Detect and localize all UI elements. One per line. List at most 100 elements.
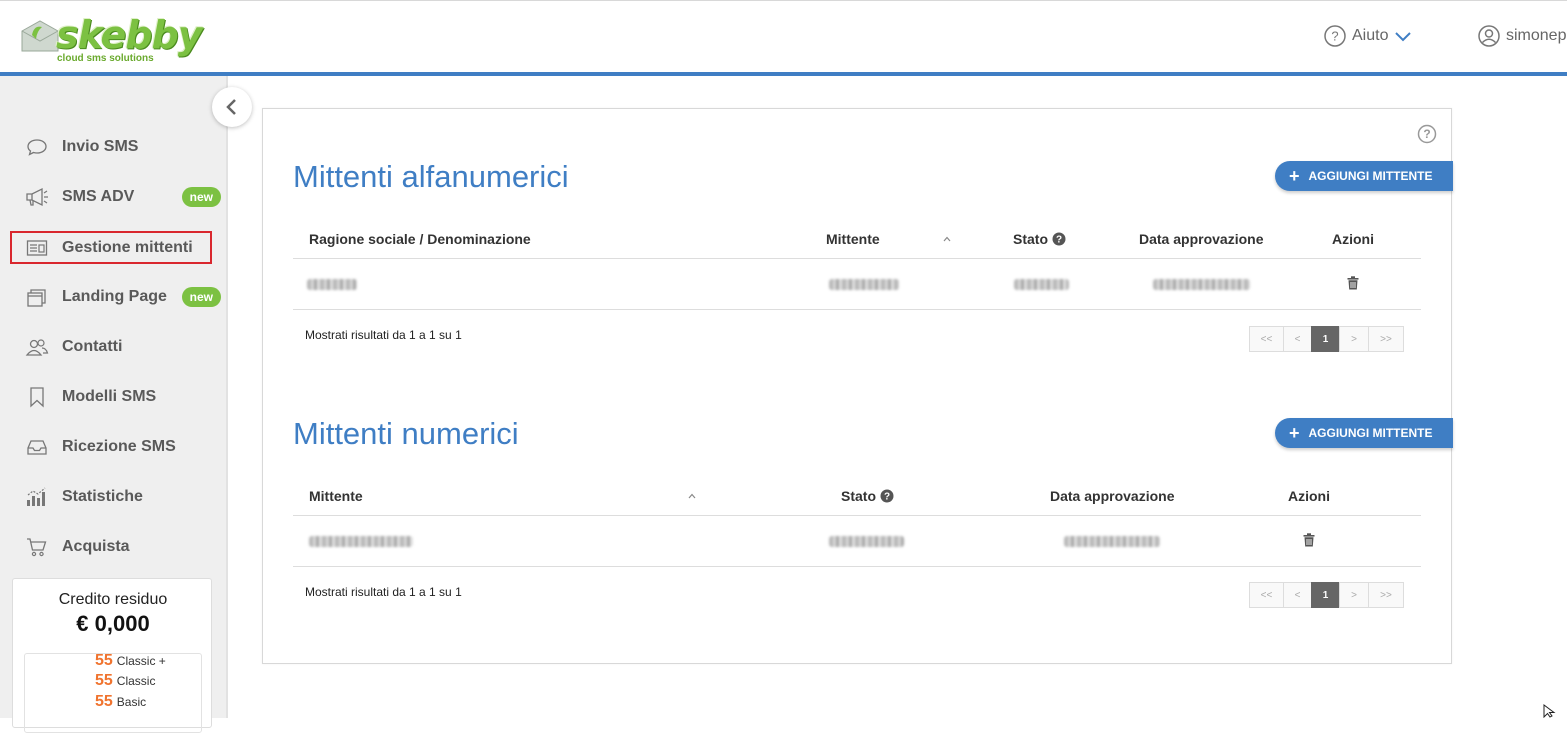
plus-icon: + bbox=[1289, 423, 1300, 443]
svg-text:?: ? bbox=[1423, 127, 1430, 141]
column-header-stato[interactable]: Stato ? bbox=[1013, 231, 1066, 247]
header-accent-bar bbox=[0, 72, 1567, 76]
username-label: simonep bbox=[1506, 27, 1567, 44]
new-badge: new bbox=[181, 187, 221, 207]
sidebar-item-label: Acquista bbox=[62, 538, 130, 555]
question-circle-icon[interactable]: ? bbox=[880, 489, 894, 503]
mouse-cursor-icon bbox=[1543, 704, 1556, 718]
add-button-label: AGGIUNGI MITTENTE bbox=[1308, 169, 1433, 183]
envelope-logo-icon bbox=[21, 20, 59, 52]
sidebar-item-contatti[interactable]: Contatti bbox=[12, 330, 224, 364]
megaphone-icon bbox=[24, 186, 50, 208]
add-alphanumeric-sender-button[interactable]: + AGGIUNGI MITTENTE bbox=[1275, 161, 1453, 191]
credit-title: Credito residuo bbox=[58, 591, 168, 608]
skebby-logo[interactable]: skebby cloud sms solutions bbox=[20, 9, 202, 65]
question-circle-icon[interactable]: ? bbox=[1052, 232, 1066, 246]
sidebar-item-label: Statistiche bbox=[62, 488, 143, 505]
sidebar-item-landing-page[interactable]: Landing Page new bbox=[12, 280, 224, 314]
column-header: Stato bbox=[841, 488, 876, 504]
credit-value: € 0,000 bbox=[76, 611, 150, 636]
sidebar-item-label: Ricezione SMS bbox=[62, 438, 176, 455]
column-header[interactable]: Data approvazione bbox=[1139, 231, 1263, 247]
credit-count: 55 bbox=[95, 652, 113, 669]
table-row bbox=[293, 259, 1421, 310]
section-title-numerici: Mittenti numerici bbox=[293, 416, 519, 451]
redacted-company-name bbox=[307, 279, 357, 290]
credit-row: 55 Basic bbox=[95, 693, 146, 711]
svg-text:?: ? bbox=[1331, 29, 1338, 44]
column-header-stato[interactable]: Stato ? bbox=[841, 488, 894, 504]
sidebar-item-acquista[interactable]: Acquista bbox=[12, 530, 224, 564]
table-header: Ragione sociale / Denominazione Mittente… bbox=[293, 219, 1421, 259]
pager-prev-button[interactable]: < bbox=[1283, 582, 1312, 608]
sidebar-item-label: Contatti bbox=[62, 338, 123, 355]
trash-icon[interactable] bbox=[1303, 533, 1315, 547]
credit-row: 55 Classic bbox=[95, 672, 155, 690]
help-label: Aiuto bbox=[1352, 27, 1389, 44]
plus-icon: + bbox=[1289, 166, 1300, 186]
help-menu[interactable]: ? Aiuto bbox=[1324, 25, 1412, 47]
inbox-icon bbox=[24, 436, 50, 458]
bar-chart-icon bbox=[24, 486, 50, 508]
credit-count: 55 bbox=[95, 693, 113, 710]
sort-caret-up-icon[interactable] bbox=[943, 236, 951, 242]
new-badge: new bbox=[181, 287, 221, 307]
column-header[interactable]: Mittente bbox=[826, 231, 880, 247]
bookmark-icon bbox=[24, 386, 50, 408]
pager-page-button[interactable]: 1 bbox=[1311, 326, 1340, 352]
layers-icon bbox=[24, 286, 50, 308]
user-circle-icon bbox=[1478, 25, 1500, 47]
top-header: skebby cloud sms solutions ? Aiuto simon… bbox=[0, 0, 1567, 72]
pagination: << < 1 > >> bbox=[1249, 326, 1404, 352]
senders-panel: ? Mittenti alfanumerici + AGGIUNGI MITTE… bbox=[262, 108, 1453, 664]
section-title-alfanumerici: Mittenti alfanumerici bbox=[293, 159, 569, 194]
pager-next-button[interactable]: > bbox=[1339, 582, 1369, 608]
column-header[interactable]: Mittente bbox=[309, 488, 363, 504]
column-header[interactable]: Ragione sociale / Denominazione bbox=[309, 231, 531, 247]
column-header: Stato bbox=[1013, 231, 1048, 247]
redacted-sender bbox=[829, 279, 899, 290]
sidebar-item-gestione-mittenti[interactable]: Gestione mittenti bbox=[10, 231, 212, 264]
sidebar-item-modelli-sms[interactable]: Modelli SMS bbox=[12, 380, 224, 414]
results-summary: Mostrati risultati da 1 a 1 su 1 bbox=[305, 585, 462, 599]
logo-tagline: cloud sms solutions bbox=[57, 53, 154, 64]
sidebar-item-invio-sms[interactable]: Invio SMS bbox=[12, 130, 224, 164]
contacts-icon bbox=[24, 336, 50, 358]
trash-icon[interactable] bbox=[1347, 276, 1359, 290]
pager-page-button[interactable]: 1 bbox=[1311, 582, 1340, 608]
user-menu[interactable]: simonep bbox=[1478, 25, 1566, 47]
credit-row: 55 Classic + bbox=[95, 652, 166, 670]
pager-first-button[interactable]: << bbox=[1249, 582, 1284, 608]
credit-type: Classic bbox=[116, 674, 156, 688]
credit-panel: Credito residuo € 0,000 55 Classic + 55 Cl… bbox=[12, 578, 212, 733]
sidebar-collapse-button[interactable] bbox=[212, 87, 252, 127]
pager-prev-button[interactable]: < bbox=[1283, 326, 1312, 352]
chat-bubble-icon bbox=[24, 136, 50, 158]
sidebar-item-label: Landing Page bbox=[62, 288, 167, 305]
pager-first-button[interactable]: << bbox=[1249, 326, 1284, 352]
chevron-down-icon bbox=[1395, 32, 1412, 42]
table-header: Mittente Stato ? Data approvazione Azion… bbox=[293, 476, 1421, 516]
question-circle-icon: ? bbox=[1324, 25, 1346, 47]
sidebar-item-ricezione-sms[interactable]: Ricezione SMS bbox=[12, 430, 224, 464]
credit-type: Basic bbox=[116, 695, 147, 709]
credit-type: Classic + bbox=[116, 654, 166, 668]
question-circle-icon[interactable]: ? bbox=[1417, 124, 1437, 144]
redacted-sender bbox=[309, 536, 413, 547]
column-header: Azioni bbox=[1288, 488, 1330, 504]
credit-count: 55 bbox=[95, 672, 113, 689]
redacted-status bbox=[829, 536, 904, 547]
pager-next-button[interactable]: > bbox=[1339, 326, 1369, 352]
add-numeric-sender-button[interactable]: + AGGIUNGI MITTENTE bbox=[1275, 418, 1453, 448]
pager-last-button[interactable]: >> bbox=[1368, 326, 1404, 352]
sidebar-item-sms-adv[interactable]: SMS ADV new bbox=[12, 180, 224, 214]
svg-text:?: ? bbox=[884, 492, 890, 503]
sort-caret-up-icon[interactable] bbox=[688, 493, 696, 499]
sidebar-item-label: Invio SMS bbox=[62, 138, 139, 155]
sidebar-item-label: Gestione mittenti bbox=[62, 238, 193, 256]
pager-last-button[interactable]: >> bbox=[1368, 582, 1404, 608]
column-header[interactable]: Data approvazione bbox=[1050, 488, 1174, 504]
sidebar-item-statistiche[interactable]: Statistiche bbox=[12, 480, 224, 514]
sidebar-item-label: Modelli SMS bbox=[62, 388, 157, 405]
logo-wordmark: skebby bbox=[56, 13, 202, 57]
